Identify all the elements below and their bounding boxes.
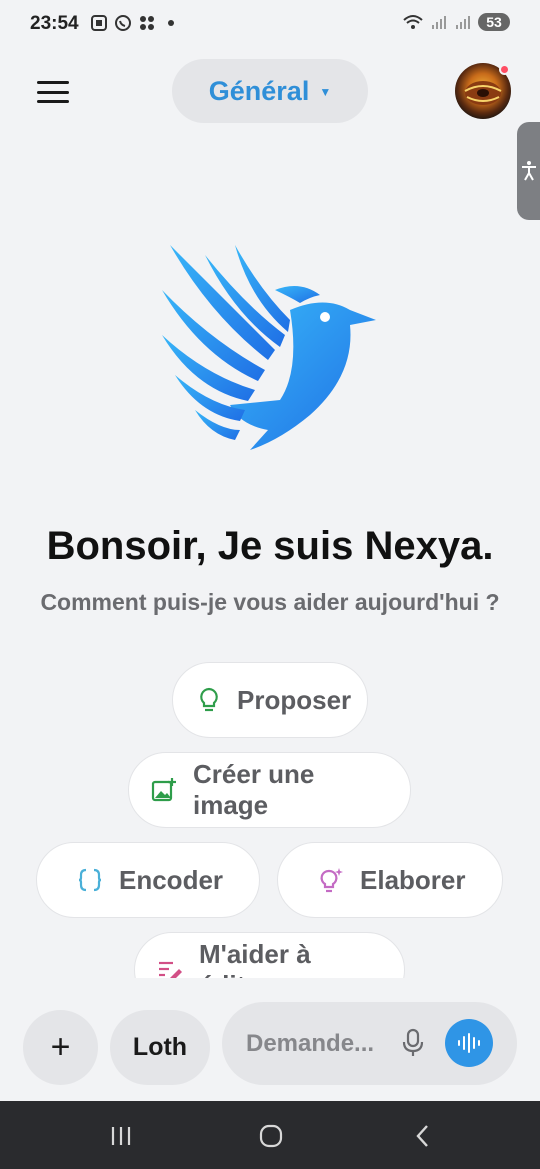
input-placeholder: Demande... xyxy=(246,1030,375,1057)
suggestion-edit[interactable]: M'aider à éditer xyxy=(134,932,405,978)
message-input[interactable]: Demande... xyxy=(222,1002,517,1085)
greeting-subtitle: Comment puis-je vous aider aujourd'hui ? xyxy=(40,589,500,615)
plus-icon: + xyxy=(50,1028,71,1066)
microphone-icon[interactable] xyxy=(397,1027,429,1059)
suggestion-proposer[interactable]: Proposer xyxy=(172,662,368,738)
status-time: 23:54 xyxy=(30,13,79,34)
greeting-title: Bonsoir, Je suis Nexya. xyxy=(46,524,494,568)
system-icons: 53 xyxy=(402,13,510,31)
edit-pen-icon xyxy=(157,957,183,978)
model-label: Loth xyxy=(132,1033,188,1061)
suggestion-label: Elaborer xyxy=(360,864,466,895)
accessibility-handle[interactable] xyxy=(517,122,540,220)
recents-icon[interactable] xyxy=(101,1121,141,1151)
suggestions-list: Proposer Créer une image Encoder Elabore… xyxy=(0,640,540,978)
mode-selector[interactable]: Général ▼ xyxy=(172,59,368,123)
accessibility-icon xyxy=(521,161,536,181)
notification-icons xyxy=(90,14,180,32)
suggestion-label: Proposer xyxy=(237,684,352,715)
system-nav-bar xyxy=(0,1101,540,1169)
chevron-down-icon: ▼ xyxy=(319,85,332,99)
voice-wave-icon[interactable] xyxy=(445,1019,493,1067)
add-attachment-button[interactable]: + xyxy=(23,1010,98,1085)
hamburger-icon[interactable] xyxy=(36,78,70,106)
signal-icon xyxy=(432,16,446,29)
home-icon[interactable] xyxy=(251,1121,291,1151)
signal-icon xyxy=(456,16,470,29)
suggestion-label: M'aider à éditer xyxy=(199,939,311,978)
status-bar: 23:54 53 xyxy=(0,0,540,50)
mode-label: Général xyxy=(208,75,310,106)
back-icon[interactable] xyxy=(403,1121,443,1151)
code-braces-icon xyxy=(77,867,103,893)
whatsapp-icon xyxy=(115,15,131,31)
lightbulb-sparkle-icon xyxy=(318,867,344,893)
apps-icon xyxy=(140,16,154,30)
suggestion-elaborer[interactable]: Elaborer xyxy=(277,842,503,918)
suggestion-create-image[interactable]: Créer une image xyxy=(128,752,411,828)
suggestion-label: Créer une image xyxy=(193,759,315,820)
dot-icon xyxy=(168,20,174,26)
image-add-icon xyxy=(151,777,177,803)
model-button[interactable]: Loth xyxy=(110,1010,210,1085)
nexya-bird-logo xyxy=(162,245,376,450)
app-screen: 23:54 53 Général ▼ Bonsoir, Je suis Nexy… xyxy=(0,0,540,1169)
notification-badge xyxy=(499,64,510,75)
screenshot-icon xyxy=(91,15,107,31)
suggestion-encoder[interactable]: Encoder xyxy=(36,842,260,918)
suggestion-label: Encoder xyxy=(119,864,224,895)
battery-icon: 53 xyxy=(478,13,510,31)
lightbulb-icon xyxy=(197,687,221,713)
wifi-icon xyxy=(403,15,423,29)
